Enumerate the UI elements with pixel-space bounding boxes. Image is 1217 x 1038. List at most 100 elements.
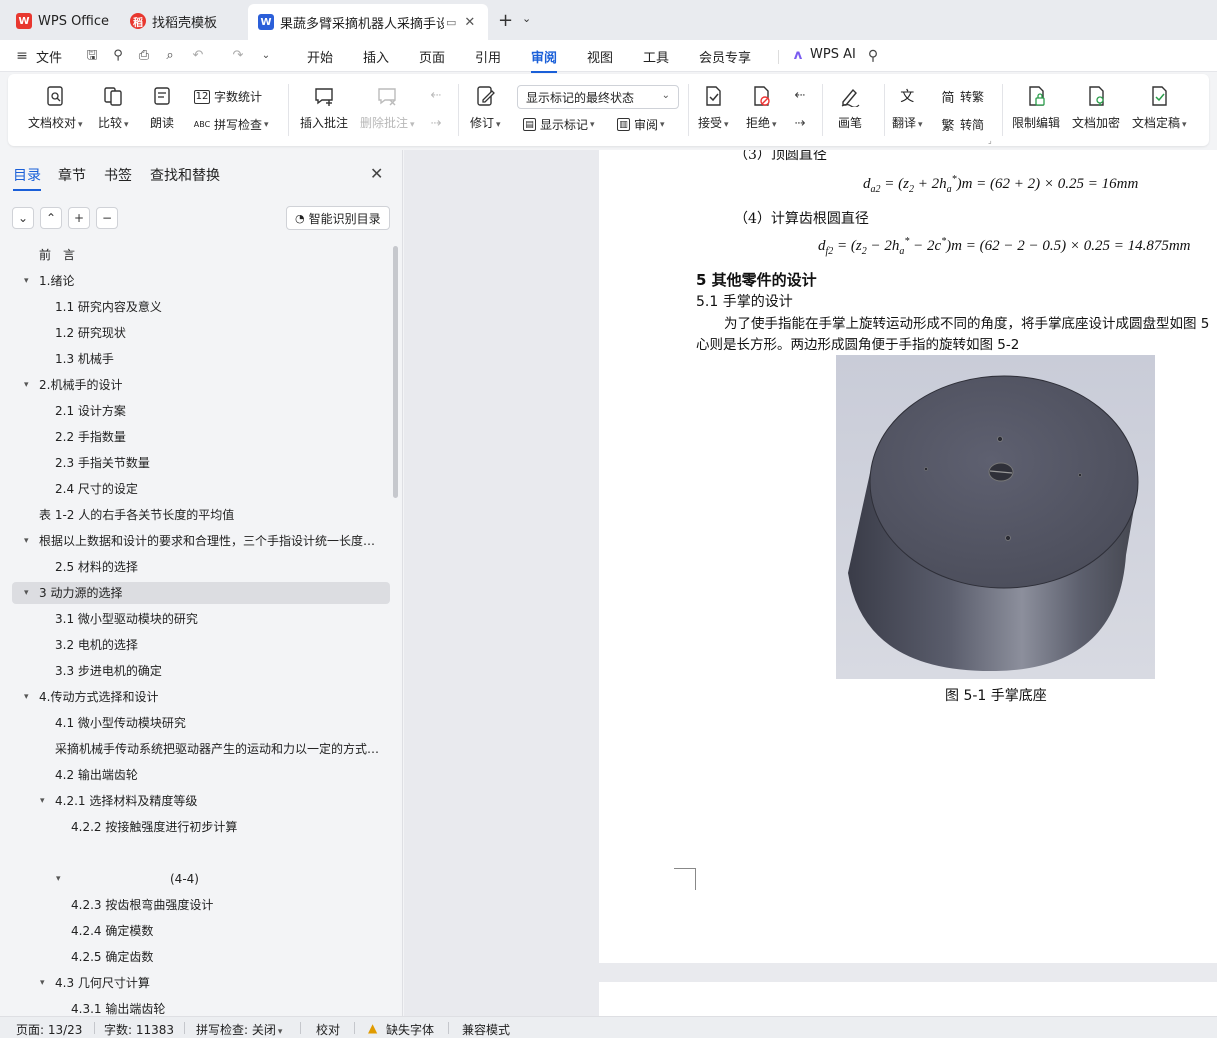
expand-arrow-icon[interactable]: ▾	[24, 582, 29, 604]
toc-item[interactable]: 2.2 手指数量	[55, 426, 126, 448]
page-indicator[interactable]: 页面: 13/23	[16, 1021, 82, 1038]
document-page[interactable]	[599, 982, 1217, 1016]
figure-palm-base[interactable]	[836, 355, 1155, 679]
toc-item[interactable]: 4.传动方式选择和设计	[39, 686, 158, 708]
tab-template[interactable]: 稻 找稻壳模板	[120, 6, 244, 36]
expand-icon[interactable]: ⌟	[988, 136, 992, 145]
menu-home[interactable]: 开始	[307, 47, 333, 66]
nav-tab-find-replace[interactable]: 查找和替换	[150, 165, 220, 185]
menu-page[interactable]: 页面	[419, 47, 445, 66]
markup-state-select[interactable]: 显示标记的最终状态 ⌄	[517, 85, 679, 109]
nav-tab-chapters[interactable]: 章节	[58, 165, 86, 185]
word-count[interactable]: 字数: 11383	[104, 1021, 174, 1038]
toc-item[interactable]: 2.1 设计方案	[55, 400, 126, 422]
toc-item[interactable]: 4.3 几何尺寸计算	[55, 972, 150, 994]
expand-arrow-icon[interactable]: ▾	[40, 972, 45, 994]
hamburger-icon[interactable]: ≡	[14, 48, 30, 64]
toc-item[interactable]: 采摘机械手传动系统把驱动器产生的运动和力以一定的方式…	[55, 738, 379, 760]
toc-item[interactable]: 3 动力源的选择	[39, 582, 122, 604]
toc-item[interactable]: 3.2 电机的选择	[55, 634, 138, 656]
toc-item[interactable]: 1.3 机械手	[55, 348, 114, 370]
new-tab-icon[interactable]: +	[498, 10, 513, 31]
close-icon[interactable]: ✕	[370, 164, 383, 183]
smart-toc-button[interactable]: ◔ 智能识别目录	[286, 206, 390, 230]
translate-button[interactable]: 文 翻译 ▾	[892, 84, 923, 131]
toc-item[interactable]: 4.2.3 按齿根弯曲强度设计	[71, 894, 213, 916]
accept-button[interactable]: 接受 ▾	[698, 84, 729, 131]
toc-item[interactable]: 3.1 微小型驱动模块的研究	[55, 608, 198, 630]
toc-item[interactable]: 2.机械手的设计	[39, 374, 122, 396]
undo-icon[interactable]: ↶	[190, 48, 206, 64]
word-count-button[interactable]: 12 字数统计	[194, 88, 262, 105]
toc-item[interactable]: 1.绪论	[39, 270, 74, 292]
toc-item[interactable]: 4.2.2 按接触强度进行初步计算	[71, 816, 237, 838]
menu-reference[interactable]: 引用	[475, 47, 501, 66]
review-pane-button[interactable]: ▥ 审阅 ▾	[617, 116, 665, 133]
document-area[interactable]: （3）顶圆直径 da2 = (z2 + 2ha*)m = (62 + 2) × …	[404, 150, 1217, 1016]
proofread-status[interactable]: 校对	[316, 1021, 340, 1038]
share-icon[interactable]: ⚲	[110, 48, 126, 64]
next-comment-icon[interactable]: ⇢	[428, 116, 444, 132]
expand-arrow-icon[interactable]: ▾	[24, 270, 29, 292]
toc-item[interactable]: 表 1-2 人的右手各关节长度的平均值	[39, 504, 234, 526]
expand-arrow-icon[interactable]: ▾	[24, 530, 29, 552]
remove-button[interactable]: −	[96, 207, 118, 229]
nav-tab-toc[interactable]: 目录	[13, 165, 41, 191]
tab-document[interactable]: W 果蔬多臂采摘机器人采摘手设计 ▭ ✕	[248, 4, 488, 40]
next-change-icon[interactable]: ⇢	[792, 116, 808, 132]
add-button[interactable]: +	[68, 207, 90, 229]
toc-item[interactable]: 2.3 手指关节数量	[55, 452, 150, 474]
read-aloud-button[interactable]: 朗读	[150, 84, 174, 131]
save-icon[interactable]: 🖫	[84, 48, 100, 64]
delete-comment-button[interactable]: 删除批注 ▾	[360, 84, 415, 131]
menu-tools[interactable]: 工具	[643, 47, 669, 66]
toc-item[interactable]: 4.2 输出端齿轮	[55, 764, 138, 786]
print-preview-icon[interactable]: ⌕	[162, 48, 178, 64]
encrypt-button[interactable]: 文档加密	[1072, 84, 1120, 131]
missing-font-status[interactable]: 缺失字体	[386, 1021, 434, 1038]
toc-item[interactable]: 4.3.1 输出端齿轮	[71, 998, 165, 1016]
compat-mode-status[interactable]: 兼容模式	[462, 1021, 510, 1038]
toc-item[interactable]: 2.4 尺寸的设定	[55, 478, 138, 500]
document-page[interactable]: （3）顶圆直径 da2 = (z2 + 2ha*)m = (62 + 2) × …	[599, 150, 1217, 963]
toc-item[interactable]: 4.2.1 选择材料及精度等级	[55, 790, 197, 812]
expand-arrow-icon[interactable]: ▾	[40, 790, 45, 812]
to-simplified-button[interactable]: 繁 转简	[940, 116, 984, 134]
toc-item[interactable]: 4.1 微小型传动模块研究	[55, 712, 186, 734]
toc-item[interactable]: 3.3 步进电机的确定	[55, 660, 162, 682]
expand-arrow-icon[interactable]: ▾	[24, 374, 29, 396]
search-icon[interactable]: ⚲	[865, 48, 881, 64]
nav-tab-bookmarks[interactable]: 书签	[104, 165, 132, 185]
to-traditional-button[interactable]: 简 转繁	[940, 88, 984, 106]
chevron-down-icon[interactable]: ⌄	[258, 48, 274, 64]
show-markup-button[interactable]: ▤ 显示标记 ▾	[523, 116, 595, 133]
prev-change-icon[interactable]: ⇠	[792, 88, 808, 104]
menu-insert[interactable]: 插入	[363, 47, 389, 66]
toc-item[interactable]: 1.2 研究现状	[55, 322, 126, 344]
screen-icon[interactable]: ▭	[446, 16, 456, 29]
menu-wps-ai[interactable]: WPS AI	[810, 47, 856, 62]
restrict-edit-button[interactable]: 限制编辑	[1012, 84, 1060, 131]
print-icon[interactable]: ⎙	[136, 48, 152, 64]
menu-file[interactable]: 文件	[36, 47, 62, 66]
spell-check-status[interactable]: 拼写检查: 关闭 ▾	[196, 1021, 282, 1038]
toc-item[interactable]: 4.2.4 确定模数	[71, 920, 153, 942]
menu-view[interactable]: 视图	[587, 47, 613, 66]
insert-comment-button[interactable]: 插入批注	[300, 84, 348, 131]
menu-review[interactable]: 审阅	[531, 47, 558, 73]
expand-arrow-icon[interactable]: ▾	[56, 868, 61, 890]
spell-check-button[interactable]: ABC 拼写检查 ▾	[194, 116, 269, 133]
reject-button[interactable]: 拒绝 ▾	[746, 84, 777, 131]
toc-item[interactable]: 2.5 材料的选择	[55, 556, 138, 578]
toc-item[interactable]: 4.2.5 确定齿数	[71, 946, 153, 968]
redo-icon[interactable]: ↷	[230, 48, 246, 64]
tab-wps-office[interactable]: W WPS Office	[6, 6, 116, 36]
expand-arrow-icon[interactable]: ▾	[24, 686, 29, 708]
menu-member[interactable]: 会员专享	[699, 47, 751, 66]
chevron-down-icon[interactable]: ⌄	[522, 12, 531, 25]
close-tab-icon[interactable]: ✕	[464, 15, 475, 30]
toc-item[interactable]: 根据以上数据和设计的要求和合理性，三个手指设计统一长度…	[39, 530, 375, 552]
collapse-down-button[interactable]: ⌄	[12, 207, 34, 229]
prev-comment-icon[interactable]: ⇠	[428, 88, 444, 104]
collapse-up-button[interactable]: ⌃	[40, 207, 62, 229]
